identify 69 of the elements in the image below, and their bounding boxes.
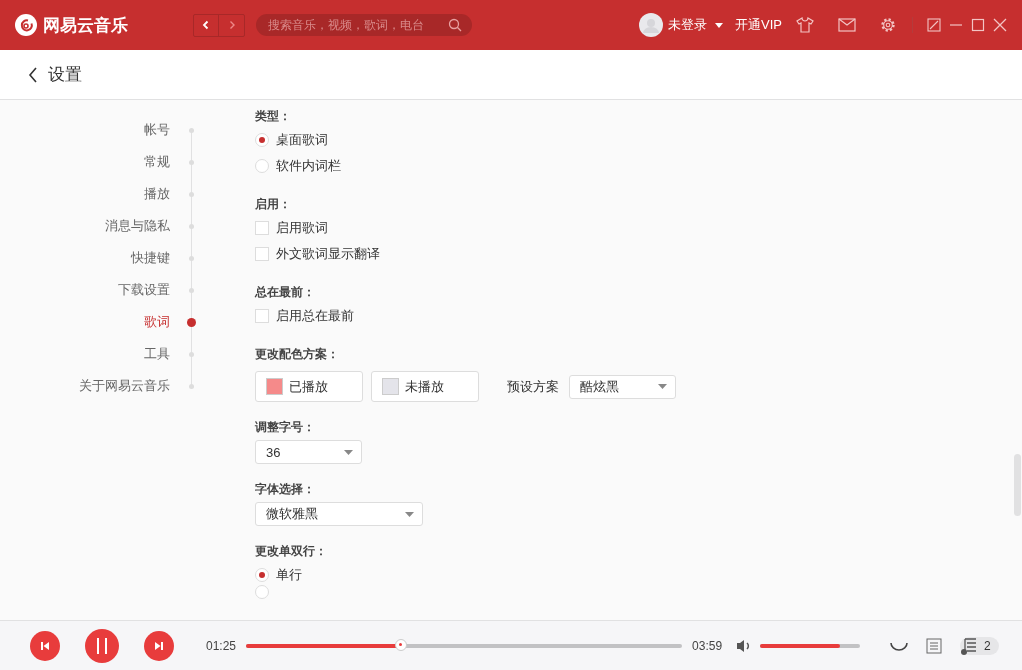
vip-link[interactable]: 开通VIP xyxy=(735,16,782,34)
settings-nav-item[interactable]: 工具 xyxy=(144,345,170,363)
settings-nav-item[interactable]: 播放 xyxy=(144,185,170,203)
option-label[interactable]: 单行 xyxy=(276,566,302,584)
settings-nav-item[interactable]: 关于网易云音乐 xyxy=(79,377,170,395)
search-icon[interactable] xyxy=(448,18,462,32)
section-title: 启用： xyxy=(255,196,292,213)
settings-nav-item[interactable]: 常规 xyxy=(144,153,170,171)
skip-forward-icon[interactable] xyxy=(153,639,165,652)
close-icon[interactable] xyxy=(993,18,1007,32)
radio-button[interactable] xyxy=(255,568,269,582)
preset-label: 预设方案 xyxy=(507,377,559,396)
mini-mode-icon[interactable] xyxy=(927,18,941,32)
radio-button[interactable] xyxy=(255,585,269,599)
settings-nav-item[interactable]: 下载设置 xyxy=(118,281,170,299)
radio-button[interactable] xyxy=(255,133,269,147)
playlist-icon[interactable] xyxy=(960,636,979,655)
caret-icon[interactable] xyxy=(715,22,724,28)
option-label[interactable]: 启用总在最前 xyxy=(276,307,354,325)
app-name: 网易云音乐 xyxy=(43,14,128,37)
settings-nav-item[interactable]: 帐号 xyxy=(144,121,170,139)
logo-icon xyxy=(15,14,37,36)
page-title: 设置 xyxy=(48,64,82,86)
total-time: 03:59 xyxy=(692,638,723,653)
shirt-icon[interactable] xyxy=(796,17,814,33)
section-title: 更改单双行： xyxy=(255,543,328,560)
nav-dot-icon xyxy=(187,317,196,327)
avatar-icon[interactable] xyxy=(639,13,664,37)
volume-slider[interactable] xyxy=(760,643,861,648)
radio-button[interactable] xyxy=(255,159,269,173)
lyrics-icon[interactable] xyxy=(926,637,943,654)
pause-icon[interactable] xyxy=(95,636,109,655)
back-icon[interactable] xyxy=(28,66,38,83)
color-button[interactable]: 未播放 xyxy=(371,371,479,402)
checkbox[interactable] xyxy=(255,247,269,261)
option-label[interactable]: 软件内词栏 xyxy=(276,157,341,175)
checkbox[interactable] xyxy=(255,221,269,235)
caret-icon[interactable] xyxy=(405,511,414,517)
caret-icon[interactable] xyxy=(658,384,667,389)
color-button[interactable]: 已播放 xyxy=(255,371,363,402)
section-title: 字体选择： xyxy=(255,481,316,498)
chevron-left-icon[interactable] xyxy=(201,20,211,30)
scrollbar-thumb[interactable] xyxy=(1014,454,1021,516)
settings-nav-item[interactable]: 消息与隐私 xyxy=(105,217,170,235)
dropdown[interactable]: 微软雅黑 xyxy=(255,502,423,526)
next-button[interactable] xyxy=(144,630,174,661)
section-title: 类型： xyxy=(255,108,292,125)
mail-icon[interactable] xyxy=(838,18,856,32)
skip-back-icon[interactable] xyxy=(39,639,51,652)
section-title: 总在最前： xyxy=(255,284,316,301)
section-title: 更改配色方案： xyxy=(255,346,340,363)
option-label[interactable]: 外文歌词显示翻译 xyxy=(276,245,380,263)
queue-count: 2 xyxy=(984,638,991,653)
settings-nav-item[interactable]: 歌词 xyxy=(144,313,170,331)
option-label[interactable]: 桌面歌词 xyxy=(276,131,328,149)
preset-dropdown[interactable]: 酷炫黑 xyxy=(569,374,676,399)
pause-button[interactable] xyxy=(85,628,119,663)
settings-nav-item[interactable]: 快捷键 xyxy=(131,249,170,267)
maximize-icon[interactable] xyxy=(971,18,985,32)
settings-icon[interactable] xyxy=(880,17,896,33)
caret-icon[interactable] xyxy=(344,449,353,455)
dropdown[interactable]: 36 xyxy=(255,440,362,464)
search-field[interactable]: 搜索音乐，视频，歌词，电台 xyxy=(256,14,472,36)
option-label[interactable]: 启用歌词 xyxy=(276,219,328,237)
elapsed-time: 01:25 xyxy=(206,638,237,653)
section-title: 调整字号： xyxy=(255,419,316,436)
user-name[interactable]: 未登录 xyxy=(668,16,708,34)
previous-button[interactable] xyxy=(30,630,60,661)
checkbox[interactable] xyxy=(255,309,269,323)
